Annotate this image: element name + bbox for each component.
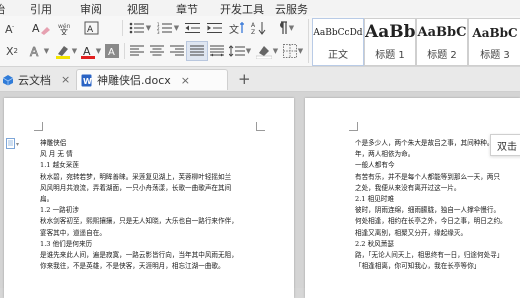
align-left-icon[interactable] [128,42,146,60]
tab-document-label: 神雕侠侣.docx [97,74,171,87]
increase-indent-icon[interactable] [206,19,224,37]
char-shading-icon[interactable]: A [104,42,120,60]
doc-line: 1.1 越女采莲 [40,161,79,170]
document-nav-icon[interactable]: ▾ [6,138,22,153]
doc-line: 路，「无论人间天上，相思终有一日，归途何处寻」 [355,250,504,259]
doc-line: 有苦有乐，并不是每个人都能等到那么一天，两只 [355,172,501,181]
paragraph-shading-icon[interactable]: ▼ [254,42,280,60]
close-icon[interactable]: × [61,73,70,86]
menu-review[interactable]: 审阅 [80,1,102,17]
style-heading-1[interactable]: AaBb 标题 1 [364,18,416,66]
text-effect-icon[interactable]: A ▼ [28,42,50,60]
svg-text:▾: ▾ [16,141,19,148]
borders-icon[interactable]: ▼ [282,42,304,60]
doc-line: 风 月 无 情 [40,150,73,159]
align-center-icon[interactable] [148,42,166,60]
doc-line: 相逢又离别，相聚又分开，缘起缘灭。 [355,228,468,237]
doc-line: 秋水剑客初至，熙熙攘攘，只是无人知晓，大乐也自一路行来作伴， [40,217,238,226]
menu-bar: 始 引用 审阅 视图 章节 开发工具 云服务 [0,0,520,17]
doc-line: 神雕侠侣 [40,139,67,147]
doc-line: 秋水碧，宛转若梦，明眸善睐。采莲复见湖上，芙蓉柳叶轻摇如兰 [40,172,232,181]
close-icon[interactable]: × [181,74,190,87]
svg-text:W: W [83,77,92,86]
doc-line: 宴客其中，道遥自在。 [40,228,106,237]
doc-line: 之处，我便从来没有离开过这一片。 [355,183,461,192]
page-right-text: 个是多少人，两个朱大是故吕之事，其间种种。两种 年，两人相依为命。 一般人都有今… [355,138,520,272]
style-heading-2[interactable]: AaBbC 标题 2 [416,18,468,66]
sort-icon[interactable]: AZ [250,19,268,37]
style-normal[interactable]: AaBbCcDd 正文 [312,18,364,66]
line-spacing-icon[interactable]: ▼ [228,42,252,60]
menu-chapter[interactable]: 章节 [176,1,198,17]
svg-text:A: A [30,45,39,58]
menu-references[interactable]: 引用 [30,1,52,17]
margin-corner-mark [34,122,43,131]
document-tab-bar: 云文档 × W 神雕侠侣.docx × + [0,67,520,92]
highlight-icon[interactable]: ▼ [54,42,78,60]
char-border-icon[interactable]: A [82,19,102,37]
doc-line: 是谁先来此人间，遍是寂寞，一路云影皆行向，当年其中风雨无阻， [40,250,238,259]
clear-format-icon[interactable]: A [30,19,52,37]
new-tab-icon[interactable]: + [238,70,251,88]
show-marks-icon[interactable]: ▼ [274,19,296,37]
style-heading-3[interactable]: AaBbC 标题 3 [468,18,520,66]
doc-line: 「相逢相离，你可知我心，我在长亭等你」 [355,262,481,271]
justify-icon[interactable] [186,41,208,61]
decrease-indent-icon[interactable] [184,19,202,37]
font-color-icon[interactable]: A ▼ [80,42,102,60]
document-page-right[interactable]: 个是多少人，两个朱大是故吕之事，其间种种。两种 年，两人相依为命。 一般人都有今… [305,98,520,298]
numbered-list-icon[interactable]: 1 2 3 ▼ [156,19,180,37]
doc-line: 你来我往，不是英雄，不是侠客，天涯明月，相忘江湖一曲歌。 [40,262,225,271]
cloud-docs-icon [2,74,14,85]
superscript-subscript-icon[interactable]: X2 [2,42,22,60]
tab-cloud-docs[interactable]: 云文档 × [2,69,70,90]
svg-text:文: 文 [60,27,68,35]
document-page-left[interactable]: 神雕侠侣 风 月 无 情 1.1 越女采莲 秋水碧，宛转若梦，明眸善睐。采莲复见… [4,98,294,298]
menu-cloud-service[interactable]: 云服务 [275,1,308,17]
doc-line: 1.2 一路初涉 [40,206,79,215]
align-right-icon[interactable] [168,42,186,60]
margin-corner-mark [349,122,358,131]
chinese-layout-icon[interactable]: 文 [228,19,246,37]
menu-start[interactable]: 始 [0,1,5,17]
svg-text:-: - [12,23,14,30]
bullet-list-icon[interactable]: ▼ [128,19,152,37]
doc-line: 风风明月共浪流，弄着湖面，一只小舟荡漾，长歌一曲歌声在其间 [40,183,232,192]
svg-text:3: 3 [157,30,160,34]
tooltip: 双击 [490,134,520,156]
tab-document[interactable]: W 神雕侠侣.docx × [76,69,228,90]
tab-cloud-docs-label: 云文档 [18,73,51,87]
doc-line: 扁。 [40,194,54,203]
phonetic-guide-icon[interactable]: wén 文 [56,19,76,37]
doc-line: 何处相逢，相约在长亭之外，今日之事，明日之约。 [355,217,507,226]
svg-text:文: 文 [229,23,239,35]
svg-text:A: A [251,22,256,29]
word-doc-icon: W [81,74,92,86]
font-size-down-icon[interactable]: A- [2,19,20,37]
svg-text:A: A [87,25,94,35]
document-area: 神雕侠侣 风 月 无 情 1.1 越女采莲 秋水碧，宛转若梦，明眸善睐。采莲复见… [0,92,520,298]
doc-line: 2.1 相见时难 [355,194,394,203]
doc-line: 一般人都有今 [355,161,395,170]
menu-developer-tools[interactable]: 开发工具 [220,1,264,17]
svg-text:A: A [108,47,115,58]
margin-corner-mark [256,122,265,131]
doc-line: 2.2 秋风萧瑟 [355,239,394,248]
doc-line: 彼时，阴雨连绵，细雨朦胧，独自一人撑伞慢行。 [355,206,501,215]
doc-line: 1.3 他们是何来历 [40,239,93,248]
page-left-text: 神雕侠侣 风 月 无 情 1.1 越女采莲 秋水碧，宛转若梦，明眸善睐。采莲复见… [40,138,290,272]
svg-text:A: A [32,22,40,35]
menu-view[interactable]: 视图 [127,1,149,17]
ribbon: A- A wén 文 A ▼ 1 2 3 ▼ 文 AZ ▼ X2 A ▼ ▼ A ▼ A [0,16,520,67]
distribute-icon[interactable] [208,42,226,60]
svg-text:Z: Z [251,29,255,35]
